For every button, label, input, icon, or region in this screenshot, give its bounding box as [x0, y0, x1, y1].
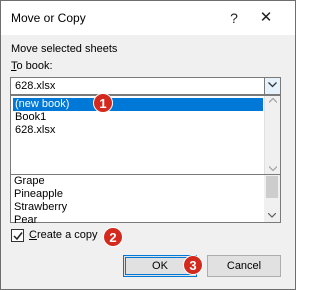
cancel-label: Cancel [226, 260, 262, 272]
chevron-down-icon [268, 82, 277, 88]
list-item[interactable]: Pineapple [14, 188, 63, 201]
cancel-button[interactable]: Cancel [207, 255, 281, 277]
dropdown-button[interactable] [264, 78, 280, 94]
scroll-down-icon[interactable] [268, 213, 276, 218]
step-marker-1: 1 [93, 93, 113, 113]
list-item[interactable]: Strawberry [14, 201, 67, 214]
step-marker-3: 3 [183, 255, 203, 275]
move-or-copy-dialog: Move or Copy ? ✕ Move selected sheets To… [0, 0, 296, 290]
create-copy-accel: C [29, 229, 37, 241]
to-book-dropdown-list[interactable]: (new book) Book1 628.xlsx [10, 95, 281, 175]
dropdown-option-628-xlsx[interactable]: 628.xlsx [13, 124, 55, 137]
help-button[interactable]: ? [223, 7, 245, 29]
to-book-value: 628.xlsx [15, 80, 56, 92]
create-copy-checkbox[interactable] [11, 229, 24, 242]
scroll-up-icon[interactable] [269, 98, 277, 103]
dropdown-option-new-book[interactable]: (new book) [13, 98, 263, 111]
close-button[interactable]: ✕ [255, 7, 277, 29]
scroll-down-icon[interactable] [269, 166, 277, 171]
checkmark-icon [13, 232, 23, 241]
dropdown-option-book1[interactable]: Book1 [13, 111, 46, 124]
title-bar: Move or Copy ? ✕ [1, 1, 295, 35]
scrollbar-thumb[interactable] [266, 176, 278, 198]
list-item[interactable]: Grape [14, 175, 45, 188]
move-selected-sheets-label: Move selected sheets [11, 43, 118, 55]
dropdown-scrollbar[interactable] [264, 96, 280, 174]
create-copy-label-rest: reate a copy [36, 229, 98, 241]
step-marker-2: 2 [103, 227, 123, 247]
dialog-title: Move or Copy [11, 11, 86, 25]
create-copy-label[interactable]: Create a copy [29, 229, 98, 241]
to-book-label-rest: o book: [16, 60, 53, 72]
to-book-label: To book: [11, 60, 53, 72]
list-item[interactable]: Pear [14, 214, 37, 227]
to-book-combobox[interactable]: 628.xlsx [10, 77, 281, 95]
